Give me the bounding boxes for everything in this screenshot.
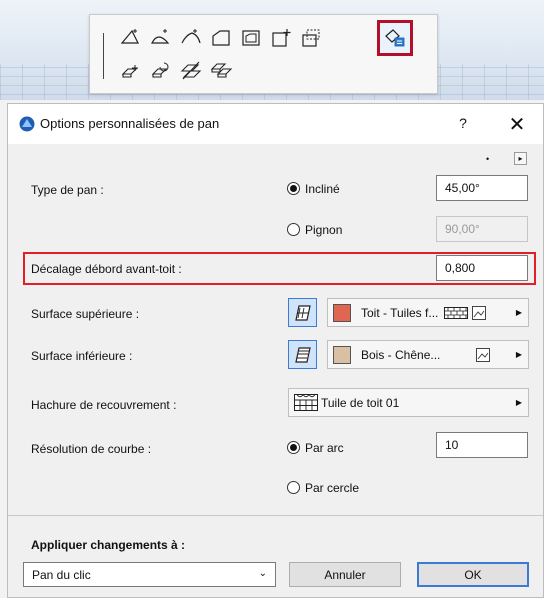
- brick-pattern-icon: [444, 306, 469, 319]
- dialog-title: Options personnalisées de pan: [40, 116, 220, 131]
- eave-overhang-input[interactable]: 0,800: [436, 255, 528, 281]
- top-surface-swatch: [333, 303, 351, 322]
- ok-button-label: OK: [464, 567, 482, 582]
- roof-dashed-tool-icon[interactable]: [298, 25, 324, 51]
- help-button[interactable]: ?: [454, 115, 472, 131]
- bottom-surface-override-button[interactable]: [288, 340, 317, 369]
- eave-overhang-value: 0,800: [445, 261, 476, 275]
- cover-fill-value: Tuile de toit 01: [321, 395, 400, 410]
- expand-button[interactable]: ▸: [514, 152, 527, 165]
- divider: [8, 515, 543, 516]
- par-cercle-label: Par cercle: [305, 481, 360, 495]
- par-arc-label: Par arc: [305, 441, 344, 455]
- incline-radio[interactable]: [287, 182, 300, 195]
- roof-merge-tool-icon[interactable]: [208, 57, 234, 83]
- pignon-radio[interactable]: [287, 223, 300, 236]
- roof-custom-options-tool-icon[interactable]: [377, 20, 413, 56]
- roof-rotate-tool-icon[interactable]: [148, 57, 174, 83]
- cover-fill-label: Hachure de recouvrement :: [31, 398, 177, 412]
- apply-changes-value: Pan du clic: [32, 567, 91, 582]
- archicad-logo-icon: [19, 116, 35, 132]
- cancel-button-label: Annuler: [324, 567, 366, 582]
- par-arc-input[interactable]: 10: [436, 432, 528, 458]
- curve-resolution-label: Résolution de courbe :: [31, 442, 152, 456]
- cover-fill-arrow-icon: ▶: [515, 398, 522, 407]
- bottom-texture-icon: [476, 347, 491, 362]
- roof-curve-tool-icon[interactable]: [178, 25, 204, 51]
- top-surface-arrow-icon: ▶: [515, 308, 522, 317]
- pignon-label: Pignon: [305, 223, 343, 237]
- texture-icon: [472, 305, 487, 320]
- bullet-icon: •: [486, 154, 490, 164]
- chevron-down-icon: ⌄: [258, 568, 267, 579]
- cover-fill-popup[interactable]: Tuile de toit 01 ▶: [288, 388, 529, 417]
- pignon-angle-value: 90,00°: [445, 222, 480, 236]
- par-arc-value: 10: [445, 438, 459, 452]
- par-cercle-radio[interactable]: [287, 481, 300, 494]
- top-surface-icon: [294, 304, 311, 321]
- roof-box-tool-icon[interactable]: [238, 25, 264, 51]
- top-surface-override-button[interactable]: [288, 298, 317, 327]
- pignon-angle-input: 90,00°: [436, 216, 528, 242]
- top-surface-popup[interactable]: Toit - Tuiles f... ▶: [327, 298, 529, 327]
- palette-grip[interactable]: [103, 33, 104, 79]
- bottom-surface-label: Surface inférieure :: [31, 349, 133, 363]
- expand-arrow-icon: ▸: [518, 154, 523, 163]
- par-arc-radio[interactable]: [287, 441, 300, 454]
- bottom-surface-arrow-icon: ▶: [515, 350, 522, 359]
- roof-type-label: Type de pan :: [31, 183, 104, 197]
- eave-overhang-label: Décalage débord avant-toit :: [31, 262, 182, 276]
- top-surface-label: Surface supérieure :: [31, 307, 140, 321]
- bottom-surface-popup[interactable]: Bois - Chêne... ▶: [327, 340, 529, 369]
- custom-roof-options-dialog: Options personnalisées de pan ? ✕ • ▸ Ty…: [7, 103, 544, 598]
- incline-angle-input[interactable]: 45,00°: [436, 175, 528, 201]
- bottom-surface-icon: [294, 346, 311, 363]
- bottom-surface-swatch: [333, 345, 351, 364]
- top-surface-value: Toit - Tuiles f...: [361, 305, 439, 320]
- incline-angle-value: 45,00°: [445, 181, 480, 195]
- roof-shape-tool-icon[interactable]: [208, 25, 234, 51]
- roof-polygon-tool-icon[interactable]: [118, 25, 144, 51]
- cancel-button[interactable]: Annuler: [289, 562, 401, 587]
- bottom-surface-value: Bois - Chêne...: [361, 347, 441, 362]
- apply-changes-label: Appliquer changements à :: [31, 538, 186, 552]
- roof-tool-palette: [89, 14, 438, 94]
- roof-split-tool-icon[interactable]: [178, 57, 204, 83]
- roof-add-tool-icon[interactable]: [268, 25, 294, 51]
- roof-arc-tool-icon[interactable]: [148, 25, 174, 51]
- dialog-titlebar: Options personnalisées de pan ? ✕: [8, 104, 543, 144]
- close-button[interactable]: ✕: [506, 112, 528, 137]
- roof-level-tool-icon[interactable]: [118, 57, 144, 83]
- ok-button[interactable]: OK: [417, 562, 529, 587]
- apply-changes-select[interactable]: Pan du clic ⌄: [23, 562, 276, 587]
- roof-tile-pattern-icon: [294, 394, 318, 411]
- incline-label: Incliné: [305, 182, 340, 196]
